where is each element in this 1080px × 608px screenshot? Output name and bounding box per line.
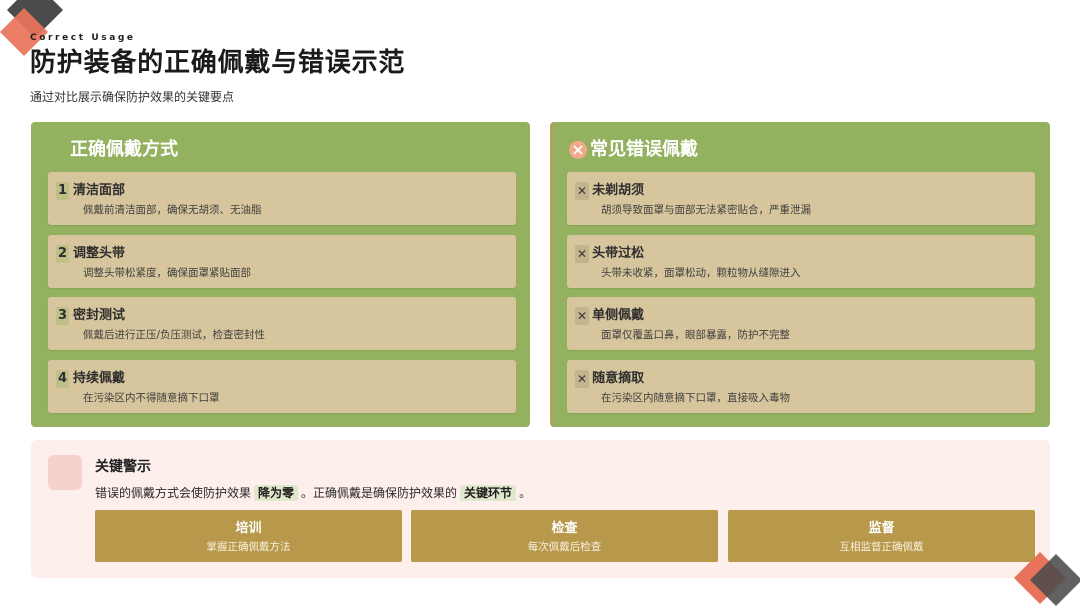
wrong-panel-heading: 常见错误佩戴 xyxy=(590,139,698,160)
correct-item-title: 密封测试 xyxy=(73,308,126,323)
correct-item: 1 清洁面部 佩戴前清洁面部，确保无胡须、无油脂 xyxy=(48,172,516,225)
wrong-item-title-row: ✕ 单侧佩戴 xyxy=(575,307,644,325)
corner-decoration-bottom-right xyxy=(1014,552,1080,606)
correct-item-title-row: 2 调整头带 xyxy=(56,245,125,263)
warning-heading: 关键警示 xyxy=(95,459,151,475)
page-title: 防护装备的正确佩戴与错误示范 xyxy=(30,48,406,78)
warning-text-part: 错误的佩戴方式会使防护效果 xyxy=(95,486,252,500)
cross-mark-icon: ✕ xyxy=(575,307,590,325)
action-title: 监督 xyxy=(868,521,895,536)
action-title: 培训 xyxy=(235,521,262,536)
wrong-item-title: 随意摘取 xyxy=(592,371,645,386)
wrong-item: ✕ 未剃胡须 胡须导致面罩与面部无法紧密贴合，严重泄漏 xyxy=(567,172,1035,225)
warning-highlight: 降为零 xyxy=(254,485,299,501)
wrong-item-title: 头带过松 xyxy=(592,246,645,261)
correct-item: 4 持续佩戴 在污染区内不得随意摘下口罩 xyxy=(48,360,516,413)
correct-item: 2 调整头带 调整头带松紧度，确保面罩紧贴面部 xyxy=(48,235,516,288)
step-number: 4 xyxy=(56,370,70,388)
page-subtitle: 通过对比展示确保防护效果的关键要点 xyxy=(30,90,235,104)
step-number: 1 xyxy=(56,182,70,200)
wrong-item-title: 未剃胡须 xyxy=(592,183,645,198)
wrong-usage-panel: 常见错误佩戴 ✕ 未剃胡须 胡须导致面罩与面部无法紧密贴合，严重泄漏 ✕ 头带过… xyxy=(550,122,1050,427)
wrong-item-title: 单侧佩戴 xyxy=(592,308,645,323)
warning-text-part: 。正确佩戴是确保防护效果的 xyxy=(301,486,458,500)
wrong-item-title-row: ✕ 头带过松 xyxy=(575,245,644,263)
wrong-item-desc: 在污染区内随意摘下口罩，直接吸入毒物 xyxy=(601,392,790,404)
cross-mark-icon: ✕ xyxy=(575,370,590,388)
wrong-item-desc: 胡须导致面罩与面部无法紧密贴合，严重泄漏 xyxy=(601,204,811,216)
wrong-item-desc: 面罩仅覆盖口鼻，眼部暴露，防护不完整 xyxy=(601,329,790,341)
action-card-training: 培训 掌握正确佩戴方法 xyxy=(95,510,402,562)
slide: Correct Usage 防护装备的正确佩戴与错误示范 通过对比展示确保防护效… xyxy=(0,0,1080,608)
eyebrow-label: Correct Usage xyxy=(30,33,136,43)
step-number: 3 xyxy=(56,307,70,325)
wrong-item: ✕ 随意摘取 在污染区内随意摘下口罩，直接吸入毒物 xyxy=(567,360,1035,413)
x-circle-icon xyxy=(569,141,587,159)
correct-panel-heading: 正确佩戴方式 xyxy=(70,139,178,160)
key-warning-panel: 关键警示 错误的佩戴方式会使防护效果 降为零 。正确佩戴是确保防护效果的 关键环节。 … xyxy=(31,440,1050,578)
correct-item: 3 密封测试 佩戴后进行正压/负压测试，检查密封性 xyxy=(48,297,516,350)
wrong-item-desc: 头带未收紧，面罩松动，颗粒物从缝隙进入 xyxy=(601,267,801,279)
correct-item-title: 持续佩戴 xyxy=(73,371,126,386)
correct-usage-panel: 正确佩戴方式 1 清洁面部 佩戴前清洁面部，确保无胡须、无油脂 2 调整头带 调… xyxy=(31,122,530,427)
action-card-supervision: 监督 互相监督正确佩戴 xyxy=(728,510,1035,562)
step-number: 2 xyxy=(56,245,70,263)
correct-item-desc: 在污染区内不得随意摘下口罩 xyxy=(83,392,220,404)
correct-item-title-row: 3 密封测试 xyxy=(56,307,125,325)
warning-highlight: 关键环节 xyxy=(460,485,517,501)
correct-item-title-row: 1 清洁面部 xyxy=(56,182,125,200)
warning-text: 错误的佩戴方式会使防护效果 降为零 。正确佩戴是确保防护效果的 关键环节。 xyxy=(95,484,531,502)
cross-mark-icon: ✕ xyxy=(575,182,590,200)
cross-mark-icon: ✕ xyxy=(575,245,590,263)
wrong-item-title-row: ✕ 随意摘取 xyxy=(575,370,644,388)
wrong-item: ✕ 头带过松 头带未收紧，面罩松动，颗粒物从缝隙进入 xyxy=(567,235,1035,288)
correct-item-desc: 佩戴前清洁面部，确保无胡须、无油脂 xyxy=(83,204,262,216)
correct-item-desc: 调整头带松紧度，确保面罩紧贴面部 xyxy=(83,267,251,279)
action-card-inspection: 检查 每次佩戴后检查 xyxy=(411,510,718,562)
action-desc: 掌握正确佩戴方法 xyxy=(206,541,291,553)
correct-item-title: 清洁面部 xyxy=(73,183,126,198)
correct-item-title-row: 4 持续佩戴 xyxy=(56,370,125,388)
action-title: 检查 xyxy=(551,521,578,536)
wrong-item: ✕ 单侧佩戴 面罩仅覆盖口鼻，眼部暴露，防护不完整 xyxy=(567,297,1035,350)
correct-item-desc: 佩戴后进行正压/负压测试，检查密封性 xyxy=(83,329,266,341)
wrong-item-title-row: ✕ 未剃胡须 xyxy=(575,182,644,200)
action-desc: 每次佩戴后检查 xyxy=(527,541,602,553)
wrong-panel-header: 常见错误佩戴 xyxy=(569,138,698,162)
warning-text-part: 。 xyxy=(519,486,532,500)
warning-icon xyxy=(48,455,82,490)
correct-item-title: 调整头带 xyxy=(73,246,126,261)
action-desc: 互相监督正确佩戴 xyxy=(839,541,924,553)
